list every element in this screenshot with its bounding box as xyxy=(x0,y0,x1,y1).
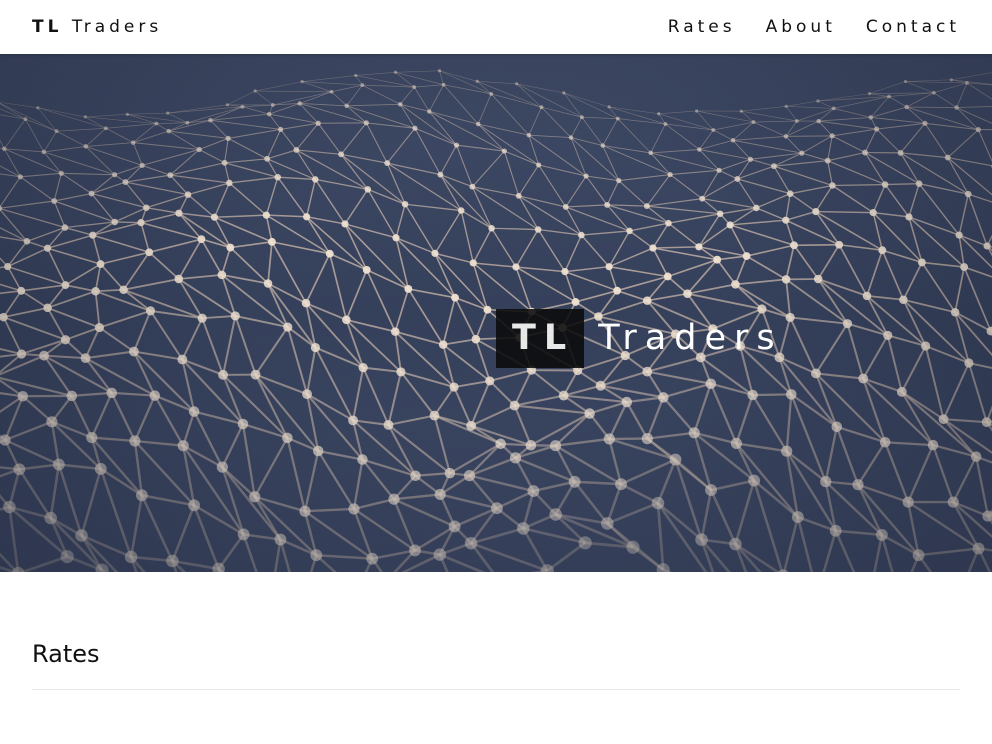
hero-title-rest: Traders xyxy=(598,318,783,358)
section-divider xyxy=(32,689,960,690)
brand-logo-link[interactable]: TL Traders xyxy=(32,16,162,38)
hero-banner: TL Traders xyxy=(0,54,992,572)
hero-title-bold: TL xyxy=(496,309,585,368)
rates-section-title: Rates xyxy=(32,640,100,668)
brand-rest-text: Traders xyxy=(71,17,163,37)
nav-link-about[interactable]: About xyxy=(766,16,836,38)
nav-link-contact[interactable]: Contact xyxy=(866,16,960,38)
nav-links: Rates About Contact xyxy=(668,16,960,38)
top-navbar: TL Traders Rates About Contact xyxy=(0,0,992,54)
hero-title: TL Traders xyxy=(496,309,783,368)
brand-bold-text: TL xyxy=(32,17,63,37)
nav-link-rates[interactable]: Rates xyxy=(668,16,736,38)
